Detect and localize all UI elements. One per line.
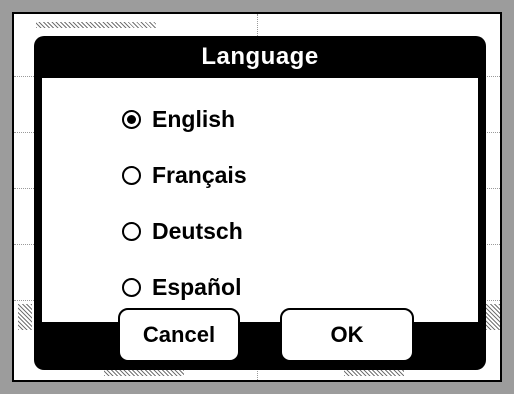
cancel-button[interactable]: Cancel bbox=[118, 308, 240, 362]
ok-button[interactable]: OK bbox=[280, 308, 414, 362]
radio-unselected-icon[interactable] bbox=[122, 221, 141, 241]
language-option-label: English bbox=[152, 105, 236, 132]
language-option-label: Deutsch bbox=[152, 217, 243, 244]
language-option-francais[interactable]: Français bbox=[122, 158, 247, 192]
language-dialog: Language English Français Deutsch Españo… bbox=[34, 36, 486, 370]
dialog-title: Language bbox=[201, 43, 319, 70]
radio-unselected-icon[interactable] bbox=[122, 277, 141, 297]
device-screen: Language English Français Deutsch Españo… bbox=[12, 12, 502, 382]
radio-unselected-icon[interactable] bbox=[122, 165, 141, 185]
language-option-espanol[interactable]: Español bbox=[122, 270, 241, 304]
background-pattern bbox=[486, 304, 500, 330]
background-pattern bbox=[18, 304, 32, 330]
radio-selected-icon[interactable] bbox=[122, 109, 141, 129]
background-pattern bbox=[104, 370, 184, 376]
language-option-deutsch[interactable]: Deutsch bbox=[122, 214, 243, 248]
language-options: English Français Deutsch Español bbox=[42, 78, 478, 322]
language-option-label: Español bbox=[152, 273, 242, 300]
language-option-label: Français bbox=[152, 161, 247, 188]
language-option-english[interactable]: English bbox=[122, 102, 235, 136]
background-pattern bbox=[36, 22, 156, 28]
background-pattern bbox=[344, 370, 404, 376]
